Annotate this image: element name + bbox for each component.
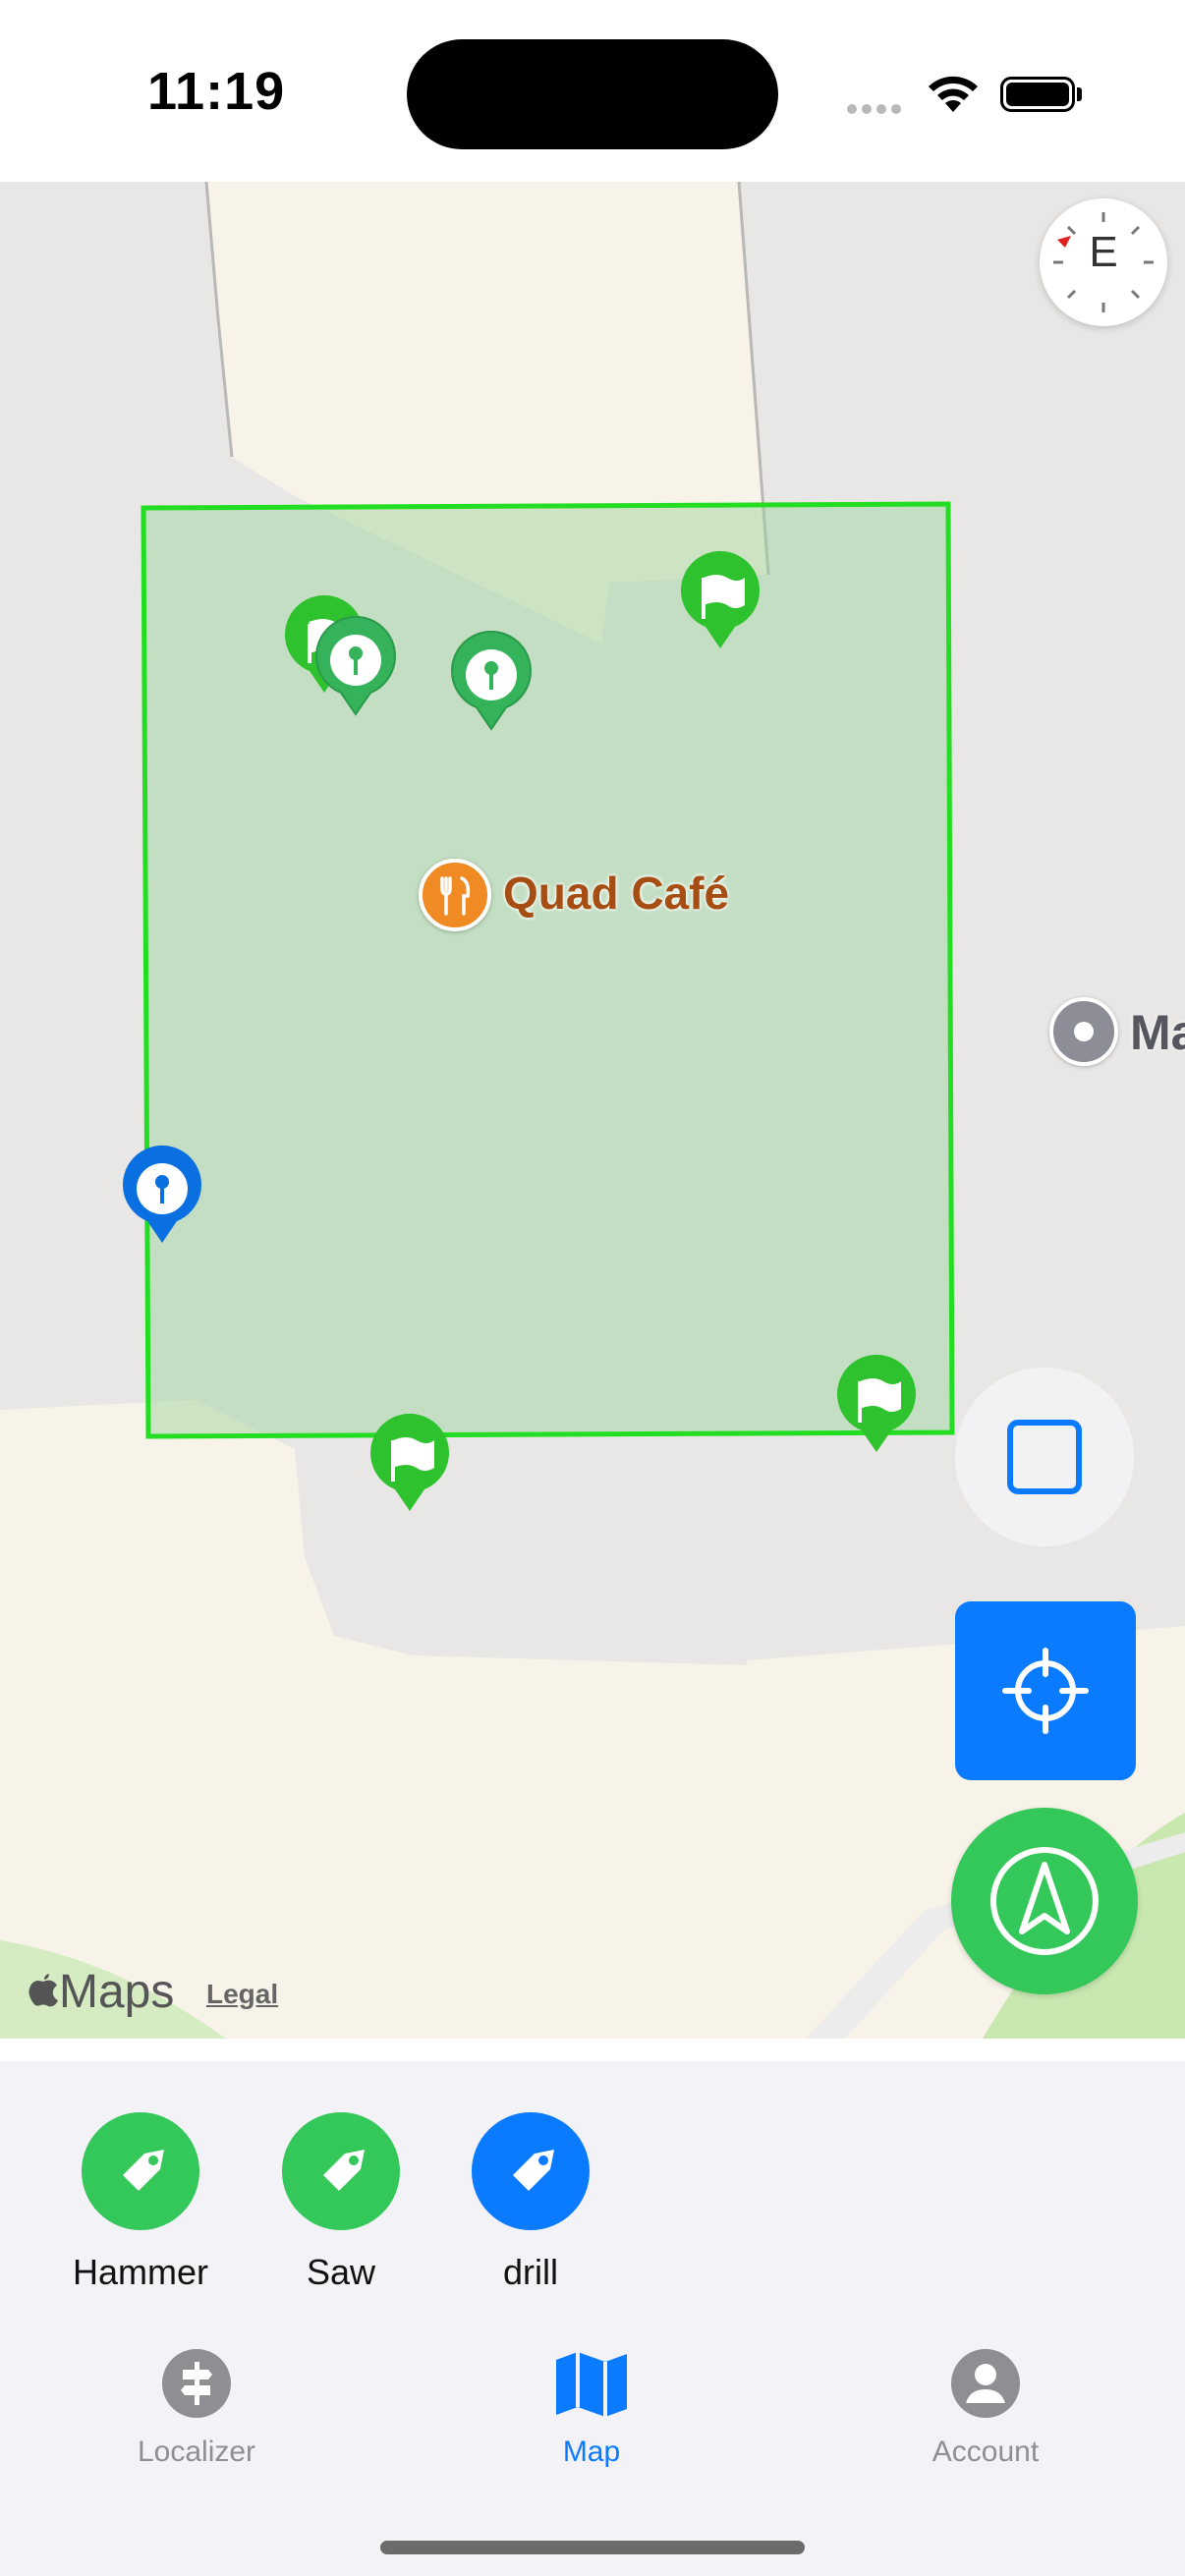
tag-item-hammer[interactable]: Hammer: [62, 2112, 219, 2293]
home-indicator[interactable]: [380, 2541, 805, 2554]
battery-tip: [1077, 87, 1082, 101]
locate-me-button[interactable]: [955, 1601, 1136, 1780]
tab-label: Map: [562, 2436, 621, 2468]
cellular-signal-icon: [847, 101, 906, 119]
poi-label-partial[interactable]: Ma: [1130, 1004, 1185, 1061]
crosshair-icon: [1002, 1648, 1089, 1734]
tag-label: Hammer: [72, 2252, 208, 2292]
tag-icon: [82, 2112, 199, 2230]
marker-pin[interactable]: [311, 616, 400, 724]
tag-item-saw[interactable]: Saw: [262, 2112, 420, 2293]
tab-localizer[interactable]: Localizer: [88, 2348, 305, 2469]
tab-label: Account: [931, 2436, 1040, 2468]
draw-region-button[interactable]: [955, 1368, 1134, 1546]
map-icon: [556, 2352, 627, 2417]
compass-heading-letter: E: [1089, 228, 1118, 276]
tab-account[interactable]: Account: [877, 2348, 1094, 2469]
tab-label: Localizer: [137, 2436, 256, 2468]
square-icon: [1007, 1420, 1082, 1494]
legal-link[interactable]: Legal: [206, 1979, 278, 2010]
dynamic-island: [407, 39, 778, 149]
tag-item-drill[interactable]: drill: [452, 2112, 609, 2293]
person-circle-icon: [951, 2349, 1020, 2418]
marker-pin[interactable]: [447, 631, 536, 739]
apple-logo-icon: [28, 1974, 58, 2007]
poi-dot: [1074, 1022, 1094, 1041]
wifi-icon: [926, 73, 981, 121]
compass-arrow-icon: [990, 1847, 1099, 1955]
status-time: 11:19: [147, 62, 286, 121]
tag-label: Saw: [306, 2252, 376, 2292]
flag-pin[interactable]: [832, 1354, 921, 1462]
tag-icon: [282, 2112, 400, 2230]
signpost-icon: [162, 2349, 231, 2418]
fork-knife-icon[interactable]: [419, 859, 491, 931]
flag-pin[interactable]: [366, 1413, 454, 1521]
battery-icon: [1000, 77, 1075, 112]
flag-pin[interactable]: [676, 550, 764, 658]
tag-icon: [472, 2112, 590, 2230]
tag-label: drill: [502, 2252, 558, 2292]
apple-maps-branding: Maps: [28, 1965, 174, 2019]
navigate-button[interactable]: [951, 1808, 1138, 1994]
maps-label: Maps: [59, 1966, 175, 2018]
poi-label-quad-cafe[interactable]: Quad Café: [503, 867, 729, 920]
marker-pin-selected[interactable]: [118, 1145, 206, 1253]
tab-map[interactable]: Map: [483, 2348, 700, 2469]
